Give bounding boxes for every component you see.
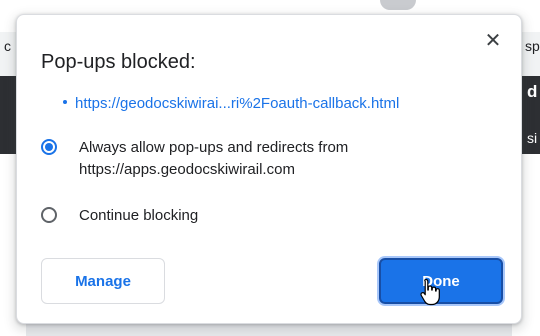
radio-continue-blocking[interactable] [41,207,57,223]
background-text-fragment: si [527,130,538,146]
dialog-title: Pop-ups blocked: [41,51,196,73]
background-text-fragment: sp [525,38,540,54]
radio-always-allow-label[interactable]: Always allow pop-ups and redirects from … [79,137,499,181]
hand-pointer-cursor-icon [420,278,440,306]
radio-continue-blocking-row[interactable]: Continue blocking [41,205,499,227]
radio-always-allow[interactable] [41,139,57,155]
bullet-dot-icon [63,100,67,105]
background-text-fragment: d [527,82,538,101]
blocked-url-item[interactable]: https://geodocskiwirai...ri%2Foauth-call… [63,95,399,112]
manage-button[interactable]: Manage [41,258,165,304]
background-scroll-pill [380,0,416,10]
popup-blocked-dialog: ✕ Pop-ups blocked: https://geodocskiwira… [16,14,522,324]
radio-always-allow-row[interactable]: Always allow pop-ups and redirects from … [41,137,499,181]
background-text-fragment: c [4,38,11,54]
close-icon[interactable]: ✕ [483,31,503,51]
blocked-url-link[interactable]: https://geodocskiwirai...ri%2Foauth-call… [75,95,399,112]
radio-continue-blocking-label[interactable]: Continue blocking [79,205,499,227]
